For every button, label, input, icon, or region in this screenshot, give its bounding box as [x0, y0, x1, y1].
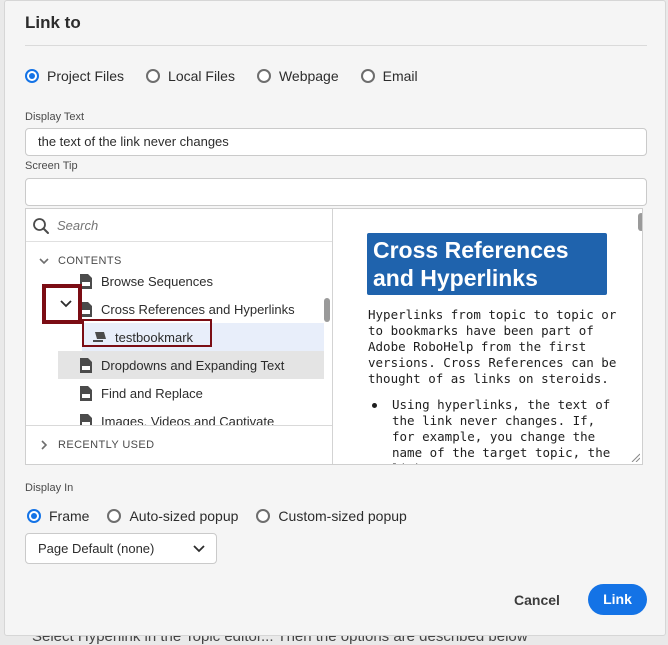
radio-label: Auto-sized popup [129, 508, 239, 524]
chevron-down-icon [39, 258, 49, 265]
tree-item[interactable]: Browse Sequences [58, 273, 324, 295]
chevron-right-icon [41, 440, 48, 450]
radio-unselected-icon [107, 509, 122, 523]
display-text-field[interactable]: the text of the link never changes [25, 128, 647, 156]
tree-item-label: Dropdowns and Expanding Text [101, 357, 285, 373]
radio-label: Webpage [278, 68, 339, 84]
radio-project-files[interactable]: Project Files [25, 68, 124, 84]
radio-unselected-icon [146, 69, 161, 83]
tree-search [26, 209, 332, 242]
radio-label: Frame [49, 508, 90, 524]
contents-label: CONTENTS [58, 255, 122, 267]
cancel-button[interactable]: Cancel [507, 585, 567, 615]
resize-grip-icon[interactable] [631, 453, 640, 462]
contents-section-header[interactable]: CONTENTS [26, 249, 332, 273]
display-text-label: Display Text [25, 111, 85, 123]
preview-title: Cross References and Hyperlinks [367, 233, 607, 295]
topic-browser: CONTENTS Browse Sequences Cross Referenc… [25, 208, 643, 465]
tree-item-images-videos[interactable]: Images, Videos and Captivate [58, 407, 324, 426]
radio-custom-sized-popup[interactable]: Custom-sized popup [256, 508, 407, 524]
radio-unselected-icon [256, 509, 271, 523]
topic-tree-pane: CONTENTS Browse Sequences Cross Referenc… [26, 209, 333, 464]
display-in-group: Frame Auto-sized popup Custom-sized popu… [27, 508, 425, 524]
topic-preview-pane: Cross References and Hyperlinks Hyperlin… [334, 209, 642, 464]
page-default-dropdown[interactable]: Page Default (none) [25, 533, 217, 564]
tree-item-find-replace[interactable]: Find and Replace [58, 379, 324, 407]
dialog-title: Link to [25, 13, 81, 32]
tree-item-dropdowns[interactable]: Dropdowns and Expanding Text [58, 351, 324, 379]
radio-webpage[interactable]: Webpage [256, 68, 339, 84]
radio-label: Email [382, 68, 418, 84]
recently-used-section-header[interactable]: RECENTLY USED [26, 433, 332, 457]
screen-tip-field[interactable] [25, 178, 647, 206]
annotation-highlight-expand [42, 284, 82, 324]
recently-used-divider [26, 425, 332, 426]
recently-used-label: RECENTLY USED [58, 439, 155, 451]
bullet-icon [372, 403, 377, 408]
radio-unselected-icon [360, 69, 375, 83]
radio-selected-icon [25, 69, 39, 83]
chevron-down-icon [193, 545, 205, 553]
link-type-group: Project Files Local Files Webpage Email [25, 68, 440, 84]
document-icon [80, 357, 92, 373]
document-icon [80, 385, 92, 401]
radio-local-files[interactable]: Local Files [146, 68, 235, 84]
radio-unselected-icon [256, 69, 271, 83]
display-in-label: Display In [25, 482, 74, 494]
preview-bullet-text: Using hyperlinks, the text of the link n… [392, 397, 611, 464]
preview-scrollbar[interactable] [638, 213, 642, 231]
radio-label: Custom-sized popup [278, 508, 407, 524]
radio-selected-icon [27, 509, 41, 523]
dropdown-value: Page Default (none) [38, 541, 155, 556]
search-icon [33, 218, 49, 234]
tree-item-label: Browse Sequences [101, 273, 214, 289]
radio-frame[interactable]: Frame [27, 508, 89, 524]
radio-auto-sized-popup[interactable]: Auto-sized popup [107, 508, 238, 524]
radio-label: Project Files [47, 68, 125, 84]
annotation-highlight-bookmark [82, 319, 212, 347]
link-button[interactable]: Link [588, 584, 647, 615]
tree-item-label: Cross References and Hyperlinks [101, 301, 295, 317]
screen-tip-label: Screen Tip [25, 160, 78, 172]
preview-paragraph: Hyperlinks from topic to topic or to boo… [368, 307, 617, 386]
search-input[interactable] [57, 209, 317, 241]
tree-scrollbar[interactable] [324, 298, 330, 322]
radio-label: Local Files [168, 68, 235, 84]
title-divider [25, 45, 647, 46]
preview-bullet: Using hyperlinks, the text of the link n… [368, 397, 618, 464]
link-to-dialog: Link to Project Files Local Files Webpag… [4, 0, 666, 636]
radio-email[interactable]: Email [360, 68, 418, 84]
tree-item-label: Find and Replace [101, 385, 203, 401]
